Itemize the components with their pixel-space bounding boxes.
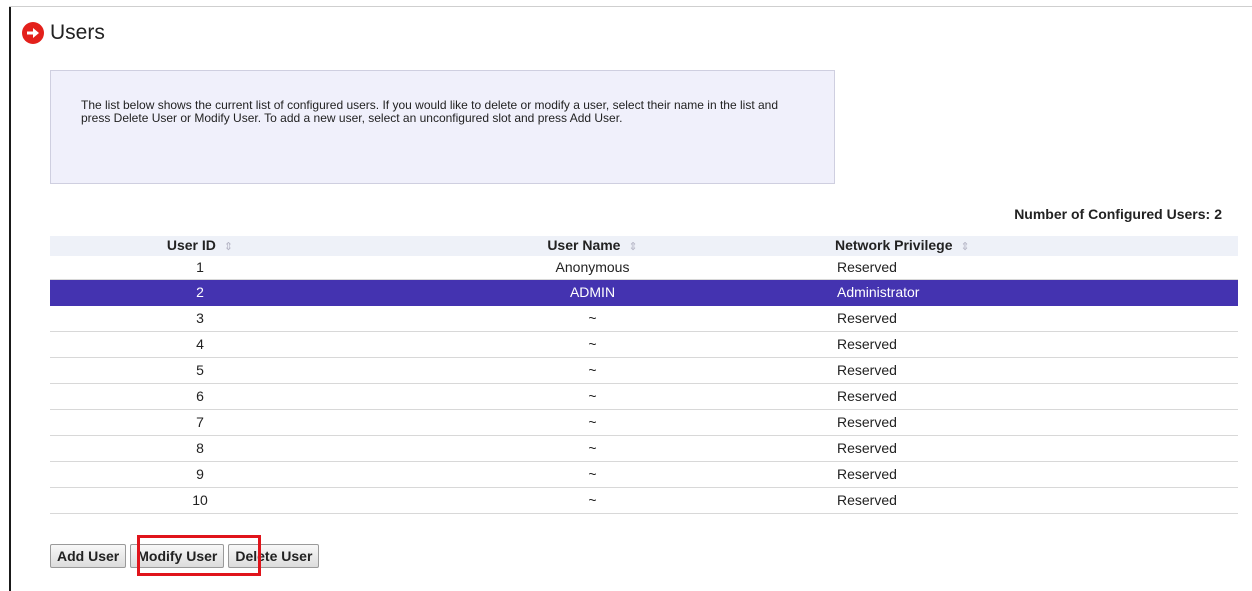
users-table: User ID ⇕ User Name ⇕ Network Privilege ⇕ 1… (50, 236, 1238, 514)
table-row[interactable]: 7 ~ Reserved (50, 409, 1238, 436)
cell-network-privilege: Administrator (835, 279, 1238, 306)
cell-network-privilege: Reserved (835, 461, 1238, 488)
cell-network-privilege: Reserved (835, 383, 1238, 410)
cell-user-id: 2 (50, 279, 350, 306)
cell-user-id: 7 (50, 409, 350, 436)
table-row[interactable]: 5 ~ Reserved (50, 357, 1238, 384)
sort-icon[interactable]: ⇕ (961, 241, 970, 253)
cell-user-name: ~ (350, 409, 835, 436)
info-box: The list below shows the current list of… (50, 70, 835, 184)
cell-user-name: ~ (350, 305, 835, 332)
cell-user-id: 4 (50, 331, 350, 358)
configured-users-label: Number of Configured Users: (1014, 206, 1211, 222)
cell-network-privilege: Reserved (835, 435, 1238, 462)
cell-network-privilege: Reserved (835, 487, 1238, 514)
cell-network-privilege: Reserved (835, 256, 1238, 280)
cell-user-name: ~ (350, 487, 835, 514)
configured-users-count: Number of Configured Users: 2 (1010, 206, 1222, 222)
table-row[interactable]: 4 ~ Reserved (50, 331, 1238, 358)
cell-network-privilege: Reserved (835, 409, 1238, 436)
page-header: Users (22, 18, 105, 48)
cell-user-name: Anonymous (350, 256, 835, 280)
cell-network-privilege: Reserved (835, 357, 1238, 384)
column-header-user-id[interactable]: User ID ⇕ (50, 236, 350, 256)
cell-network-privilege: Reserved (835, 305, 1238, 332)
frame-border-left (9, 6, 11, 591)
cell-user-name: ~ (350, 357, 835, 384)
column-header-network-privilege[interactable]: Network Privilege ⇕ (835, 236, 1238, 256)
table-row[interactable]: 2 ADMIN Administrator (50, 279, 1238, 306)
table-row[interactable]: 10 ~ Reserved (50, 487, 1238, 514)
modify-user-button[interactable]: Modify User (130, 544, 225, 568)
cell-user-id: 5 (50, 357, 350, 384)
delete-user-button[interactable]: Delete User (228, 544, 320, 568)
cell-user-name: ~ (350, 383, 835, 410)
cell-user-id: 3 (50, 305, 350, 332)
table-row[interactable]: 1 Anonymous Reserved (50, 256, 1238, 280)
add-user-button[interactable]: Add User (50, 544, 127, 568)
column-header-user-name[interactable]: User Name ⇕ (350, 236, 835, 256)
table-row[interactable]: 9 ~ Reserved (50, 461, 1238, 488)
arrow-circle-right-icon (22, 22, 44, 44)
info-text: The list below shows the current list of… (81, 98, 779, 125)
cell-user-id: 6 (50, 383, 350, 410)
cell-user-name: ~ (350, 461, 835, 488)
table-header-row: User ID ⇕ User Name ⇕ Network Privilege ⇕ (50, 236, 1238, 256)
table-row[interactable]: 8 ~ Reserved (50, 435, 1238, 462)
cell-user-id: 10 (50, 487, 350, 514)
configured-users-value: 2 (1214, 206, 1222, 222)
cell-user-id: 8 (50, 435, 350, 462)
cell-user-name: ADMIN (350, 279, 835, 306)
cell-user-id: 9 (50, 461, 350, 488)
cell-network-privilege: Reserved (835, 331, 1238, 358)
cell-user-name: ~ (350, 435, 835, 462)
action-buttons: Add User Modify User Delete User (50, 544, 320, 568)
page-title: Users (50, 21, 105, 44)
cell-user-id: 1 (50, 256, 350, 280)
frame-border-top (9, 6, 1252, 7)
table-row[interactable]: 3 ~ Reserved (50, 305, 1238, 332)
table-row[interactable]: 6 ~ Reserved (50, 383, 1238, 410)
cell-user-name: ~ (350, 331, 835, 358)
sort-icon[interactable]: ⇕ (628, 241, 637, 253)
sort-icon[interactable]: ⇕ (224, 241, 233, 253)
